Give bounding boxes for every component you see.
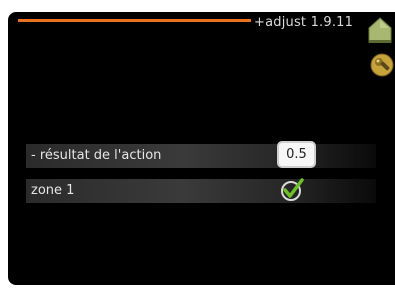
zone-1-label: zone 1 xyxy=(31,183,75,198)
wrench-icon[interactable] xyxy=(369,52,395,78)
action-result-row[interactable]: - résultat de l'action 0.5 xyxy=(26,141,376,168)
display-screen: +adjust 1.9.11 - résultat de l'action 0.… xyxy=(8,12,395,285)
action-result-label: - résultat de l'action xyxy=(31,148,162,163)
header-accent-line xyxy=(18,19,251,22)
zone-1-row[interactable]: zone 1 xyxy=(26,177,376,203)
action-result-value-field[interactable]: 0.5 xyxy=(277,141,316,168)
menu-title: +adjust 1.9.11 xyxy=(254,15,354,30)
home-icon[interactable] xyxy=(366,16,394,44)
check-icon[interactable] xyxy=(279,177,305,203)
